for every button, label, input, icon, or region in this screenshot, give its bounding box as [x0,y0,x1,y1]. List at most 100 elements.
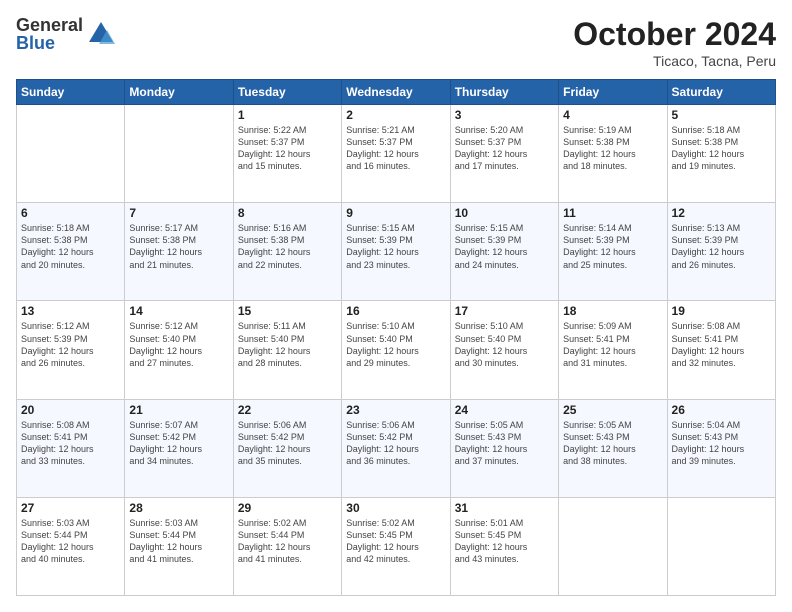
day-info: Sunrise: 5:15 AM Sunset: 5:39 PM Dayligh… [455,222,554,271]
day-number: 7 [129,206,228,220]
day-info: Sunrise: 5:18 AM Sunset: 5:38 PM Dayligh… [21,222,120,271]
calendar-cell: 2 Sunrise: 5:21 AM Sunset: 5:37 PM Daylig… [342,105,450,203]
page: General Blue October 2024 Ticaco, Tacna,… [0,0,792,612]
location-subtitle: Ticaco, Tacna, Peru [573,53,776,69]
day-number: 13 [21,304,120,318]
calendar-cell: 14Sunrise: 5:12 AM Sunset: 5:40 PM Dayli… [125,301,233,399]
day-number: 23 [346,403,445,417]
day-number: 15 [238,304,337,318]
day-number: 11 [563,206,662,220]
day-number: 29 [238,501,337,515]
logo-icon [87,20,115,48]
day-number: 2 [346,108,445,122]
calendar-cell: 29 Sunrise: 5:02 AM Sunset: 5:44 PM Dayli… [233,497,341,595]
month-title: October 2024 [573,16,776,53]
day-info: Sunrise: 5:19 AM Sunset: 5:38 PM Dayligh… [563,124,662,173]
calendar-cell: 8 Sunrise: 5:16 AM Sunset: 5:38 PM Daylig… [233,203,341,301]
calendar-cell [667,497,775,595]
calendar-cell: 18 Sunrise: 5:09 AM Sunset: 5:41 PM Dayli… [559,301,667,399]
calendar-cell: 3 Sunrise: 5:20 AM Sunset: 5:37 PM Daylig… [450,105,558,203]
day-number: 30 [346,501,445,515]
weekday-header-sunday: Sunday [17,80,125,105]
day-info: Sunrise: 5:07 AM Sunset: 5:42 PM Dayligh… [129,419,228,468]
day-number: 31 [455,501,554,515]
day-info: Sunrise: 5:17 AM Sunset: 5:38 PM Dayligh… [129,222,228,271]
day-number: 18 [563,304,662,318]
calendar-cell: 13 Sunrise: 5:12 AM Sunset: 5:39 PM Dayli… [17,301,125,399]
logo-blue: Blue [16,34,83,52]
day-info: Sunrise: 5:08 AM Sunset: 5:41 PM Dayligh… [672,320,771,369]
day-info: Sunrise: 5:05 AM Sunset: 5:43 PM Dayligh… [563,419,662,468]
day-number: 1 [238,108,337,122]
day-number: 22 [238,403,337,417]
day-info: Sunrise: 5:02 AM Sunset: 5:44 PM Dayligh… [238,517,337,566]
day-info: Sunrise: 5:20 AM Sunset: 5:37 PM Dayligh… [455,124,554,173]
day-info: Sunrise: 5:05 AM Sunset: 5:43 PM Dayligh… [455,419,554,468]
day-info: Sunrise: 5:04 AM Sunset: 5:43 PM Dayligh… [672,419,771,468]
day-number: 5 [672,108,771,122]
day-info: Sunrise: 5:10 AM Sunset: 5:40 PM Dayligh… [455,320,554,369]
weekday-header-monday: Monday [125,80,233,105]
calendar-cell: 25 Sunrise: 5:05 AM Sunset: 5:43 PM Dayli… [559,399,667,497]
day-info: Sunrise: 5:12 AM Sunset: 5:39 PM Dayligh… [21,320,120,369]
calendar-cell: 27Sunrise: 5:03 AM Sunset: 5:44 PM Dayli… [17,497,125,595]
calendar-cell: 16 Sunrise: 5:10 AM Sunset: 5:40 PM Dayli… [342,301,450,399]
calendar-cell: 28 Sunrise: 5:03 AM Sunset: 5:44 PM Dayli… [125,497,233,595]
calendar-cell: 17 Sunrise: 5:10 AM Sunset: 5:40 PM Dayli… [450,301,558,399]
day-info: Sunrise: 5:21 AM Sunset: 5:37 PM Dayligh… [346,124,445,173]
day-number: 12 [672,206,771,220]
day-number: 21 [129,403,228,417]
day-number: 24 [455,403,554,417]
calendar-cell: 12 Sunrise: 5:13 AM Sunset: 5:39 PM Dayli… [667,203,775,301]
calendar-cell: 9Sunrise: 5:15 AM Sunset: 5:39 PM Daylig… [342,203,450,301]
day-number: 25 [563,403,662,417]
day-info: Sunrise: 5:15 AM Sunset: 5:39 PM Dayligh… [346,222,445,271]
logo-general: General [16,16,83,34]
weekday-header-friday: Friday [559,80,667,105]
calendar-table: SundayMondayTuesdayWednesdayThursdayFrid… [16,79,776,596]
calendar-cell [17,105,125,203]
weekday-header-thursday: Thursday [450,80,558,105]
day-info: Sunrise: 5:06 AM Sunset: 5:42 PM Dayligh… [238,419,337,468]
day-number: 20 [21,403,120,417]
header: General Blue October 2024 Ticaco, Tacna,… [16,16,776,69]
day-info: Sunrise: 5:13 AM Sunset: 5:39 PM Dayligh… [672,222,771,271]
day-info: Sunrise: 5:16 AM Sunset: 5:38 PM Dayligh… [238,222,337,271]
day-number: 16 [346,304,445,318]
day-number: 28 [129,501,228,515]
calendar-cell: 31 Sunrise: 5:01 AM Sunset: 5:45 PM Dayli… [450,497,558,595]
day-number: 3 [455,108,554,122]
title-section: October 2024 Ticaco, Tacna, Peru [573,16,776,69]
calendar-cell [559,497,667,595]
day-info: Sunrise: 5:10 AM Sunset: 5:40 PM Dayligh… [346,320,445,369]
calendar-week-4: 20 Sunrise: 5:08 AM Sunset: 5:41 PM Dayli… [17,399,776,497]
logo: General Blue [16,16,115,52]
day-info: Sunrise: 5:09 AM Sunset: 5:41 PM Dayligh… [563,320,662,369]
day-info: Sunrise: 5:08 AM Sunset: 5:41 PM Dayligh… [21,419,120,468]
weekday-header-tuesday: Tuesday [233,80,341,105]
calendar-cell: 24 Sunrise: 5:05 AM Sunset: 5:43 PM Dayli… [450,399,558,497]
calendar-cell: 6 Sunrise: 5:18 AM Sunset: 5:38 PM Daylig… [17,203,125,301]
weekday-header-wednesday: Wednesday [342,80,450,105]
day-number: 14 [129,304,228,318]
day-info: Sunrise: 5:06 AM Sunset: 5:42 PM Dayligh… [346,419,445,468]
calendar-cell: 19 Sunrise: 5:08 AM Sunset: 5:41 PM Dayli… [667,301,775,399]
day-info: Sunrise: 5:22 AM Sunset: 5:37 PM Dayligh… [238,124,337,173]
day-info: Sunrise: 5:18 AM Sunset: 5:38 PM Dayligh… [672,124,771,173]
calendar-cell: 5 Sunrise: 5:18 AM Sunset: 5:38 PM Daylig… [667,105,775,203]
calendar-cell: 11Sunrise: 5:14 AM Sunset: 5:39 PM Dayli… [559,203,667,301]
calendar-cell: 22 Sunrise: 5:06 AM Sunset: 5:42 PM Dayli… [233,399,341,497]
calendar-week-2: 6 Sunrise: 5:18 AM Sunset: 5:38 PM Daylig… [17,203,776,301]
day-info: Sunrise: 5:03 AM Sunset: 5:44 PM Dayligh… [129,517,228,566]
calendar-cell: 30Sunrise: 5:02 AM Sunset: 5:45 PM Dayli… [342,497,450,595]
calendar-cell: 4 Sunrise: 5:19 AM Sunset: 5:38 PM Daylig… [559,105,667,203]
day-number: 8 [238,206,337,220]
day-number: 6 [21,206,120,220]
calendar-cell: 7 Sunrise: 5:17 AM Sunset: 5:38 PM Daylig… [125,203,233,301]
day-number: 17 [455,304,554,318]
calendar-week-1: 1 Sunrise: 5:22 AM Sunset: 5:37 PM Daylig… [17,105,776,203]
day-number: 4 [563,108,662,122]
day-info: Sunrise: 5:01 AM Sunset: 5:45 PM Dayligh… [455,517,554,566]
calendar-cell: 23 Sunrise: 5:06 AM Sunset: 5:42 PM Dayli… [342,399,450,497]
day-number: 19 [672,304,771,318]
